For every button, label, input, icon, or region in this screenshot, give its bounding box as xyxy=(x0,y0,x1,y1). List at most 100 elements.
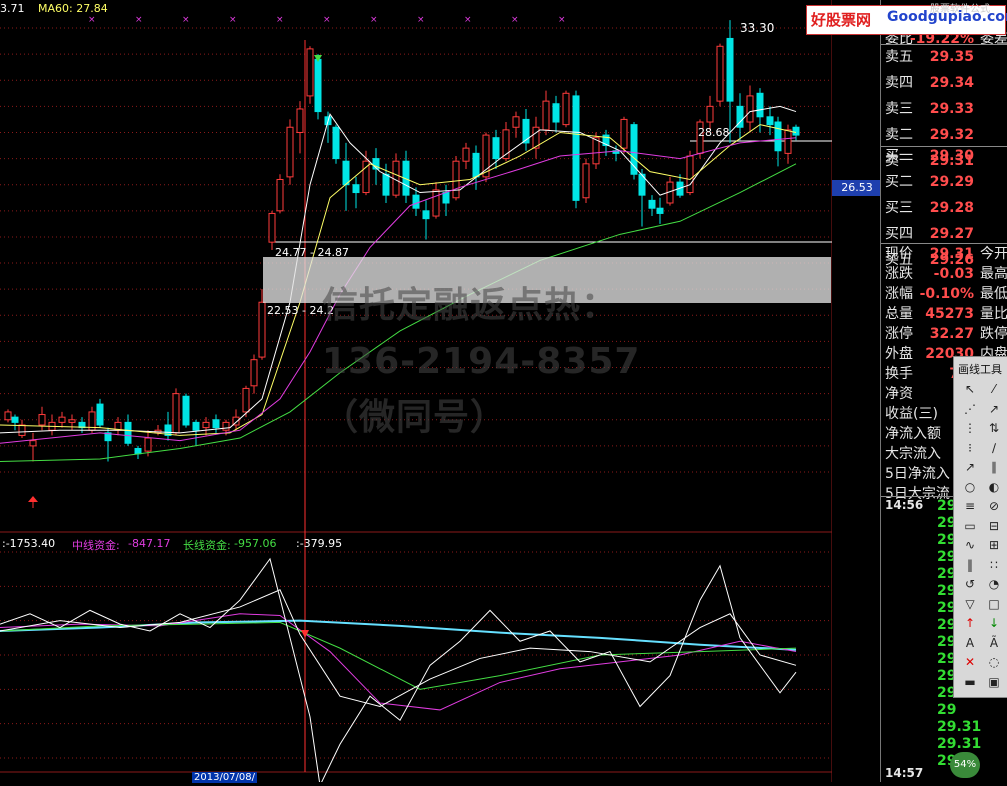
candle-body xyxy=(620,118,628,149)
box-icon[interactable]: ⊟ xyxy=(985,518,1003,534)
candle-body xyxy=(716,45,724,102)
up-arrow-icon[interactable]: ↑ xyxy=(961,615,979,631)
candle-body xyxy=(432,189,440,217)
candle-body xyxy=(306,48,314,97)
candle-body xyxy=(124,421,132,444)
candle-body xyxy=(382,173,390,196)
candle-body xyxy=(268,212,276,243)
candle-body xyxy=(686,155,694,194)
slope-icon[interactable]: ∕ xyxy=(985,440,1003,456)
channel-icon[interactable]: ≡ xyxy=(961,498,979,514)
watermark-banner: 股票软件公式 xyxy=(930,4,990,15)
tick-time-last: 14:57 xyxy=(885,766,924,780)
trend-icon[interactable]: ↗ xyxy=(961,459,979,475)
long-fund-label: 长线资金: xyxy=(183,539,231,552)
save-icon[interactable]: ▣ xyxy=(985,674,1003,690)
top-marker: × xyxy=(229,15,237,25)
top-marker: × xyxy=(370,15,378,25)
candle-body xyxy=(352,184,360,194)
candle-body xyxy=(784,129,792,154)
tick-price: 29.31 xyxy=(937,719,982,735)
candle-body xyxy=(472,152,480,178)
top-marker: × xyxy=(417,15,425,25)
delete-icon[interactable]: ✕ xyxy=(961,654,979,670)
candle-body xyxy=(412,194,420,209)
candle-body xyxy=(766,116,774,126)
cycle-icon[interactable]: ↺ xyxy=(961,576,979,592)
wave-icon[interactable]: ∿ xyxy=(961,537,979,553)
candle-body xyxy=(392,160,400,196)
candle-body xyxy=(96,403,104,426)
candle-body xyxy=(250,359,258,387)
candle-body xyxy=(792,126,800,136)
candle-body xyxy=(592,137,600,165)
candle-body xyxy=(276,178,284,212)
candle-body xyxy=(38,414,46,426)
ma-prefix: 3.71 xyxy=(0,2,25,15)
short-fund-line xyxy=(0,557,797,786)
arc-icon[interactable]: ◐ xyxy=(985,479,1003,495)
sell-level-5-value: 29.35 xyxy=(929,49,974,65)
grid-icon[interactable]: ⊞ xyxy=(985,537,1003,553)
arrow-line-icon[interactable]: ↗ xyxy=(985,401,1003,417)
candle-body xyxy=(4,411,12,421)
candle-body xyxy=(29,440,37,447)
line-icon[interactable]: ⁄ xyxy=(985,381,1003,397)
dot-line-icon[interactable]: ⁝ xyxy=(961,440,979,456)
triangle-icon[interactable]: ▽ xyxy=(961,596,979,612)
candle-body xyxy=(172,393,180,434)
candle-body xyxy=(726,37,734,102)
candle-body xyxy=(144,437,152,452)
sell-level-4-label: 卖四 xyxy=(885,75,913,91)
sell-level-3-label: 卖三 xyxy=(885,101,913,117)
rect-icon[interactable]: ▭ xyxy=(961,518,979,534)
ma60-label: MA60: 27.84 xyxy=(38,2,108,15)
progress-badge: 54% xyxy=(950,752,980,778)
mid-fund-value: -847.17 xyxy=(128,537,171,550)
candle-body xyxy=(656,207,664,214)
top-marker: × xyxy=(558,15,566,25)
buy-arrow-marker xyxy=(28,496,38,502)
circle-icon[interactable]: ○ xyxy=(961,479,979,495)
top-marker: × xyxy=(182,15,190,25)
double-line-icon[interactable]: ‖ xyxy=(961,557,979,573)
pie-icon[interactable]: ◔ xyxy=(985,576,1003,592)
tick-time-first: 14:56 xyxy=(885,498,924,512)
top-marker: × xyxy=(464,15,472,25)
candle-body xyxy=(462,147,470,162)
candle-body xyxy=(552,103,560,123)
candle-body xyxy=(286,126,294,178)
high-annotation: 33.30 xyxy=(740,21,775,35)
ray-icon[interactable]: ⋰ xyxy=(961,401,979,417)
candle-body xyxy=(542,100,550,131)
candle-body xyxy=(192,421,200,431)
extra-fund-value: :-379.95 xyxy=(296,537,343,550)
parallel-icon[interactable]: ∥ xyxy=(985,459,1003,475)
buy-level-1-label: 买一 xyxy=(885,148,913,164)
clear-icon[interactable]: ◌ xyxy=(985,654,1003,670)
text-icon[interactable]: A xyxy=(961,635,979,651)
down-arrow-icon[interactable]: ↓ xyxy=(985,615,1003,631)
candle-body xyxy=(442,192,450,204)
forbid-icon[interactable]: ⊘ xyxy=(985,498,1003,514)
candle-body xyxy=(11,416,19,423)
candle-body xyxy=(562,92,570,126)
square-icon[interactable]: □ xyxy=(985,596,1003,612)
candle-body xyxy=(332,126,340,160)
candle-body xyxy=(242,387,250,413)
sell-level-4-value: 29.34 xyxy=(929,75,974,91)
mid-annotation: 28.68 xyxy=(698,126,730,139)
pointer-icon[interactable]: ↖ xyxy=(961,381,979,397)
buy-level-1-value: 29.30 xyxy=(929,148,974,164)
ruler-icon[interactable]: ▬ xyxy=(961,674,979,690)
candle-body xyxy=(582,163,590,199)
vertical-line-icon[interactable]: ⋮ xyxy=(961,420,979,436)
candle-body xyxy=(648,199,656,209)
candle-body xyxy=(422,210,430,220)
gann-icon[interactable]: ∷ xyxy=(985,557,1003,573)
drawing-toolbox[interactable]: 画线工具 ↖ ⁄ ⋰ ↗ ⋮ ⇅ ⁝ ∕ ↗ ∥ ○ ◐ ≡ ⊘ ▭ ⊟ ∿ ⊞ ‖ ∷ ↺ ◔ ▽ □ ↑ ↓ A Ã ✕ ◌ ▬ ▣ xyxy=(953,356,1007,698)
fib-icon[interactable]: ⇅ xyxy=(985,420,1003,436)
buy-level-2-value: 29.29 xyxy=(929,174,974,190)
sell-level-3-value: 29.33 xyxy=(929,101,974,117)
text-style-icon[interactable]: Ã xyxy=(985,635,1003,651)
